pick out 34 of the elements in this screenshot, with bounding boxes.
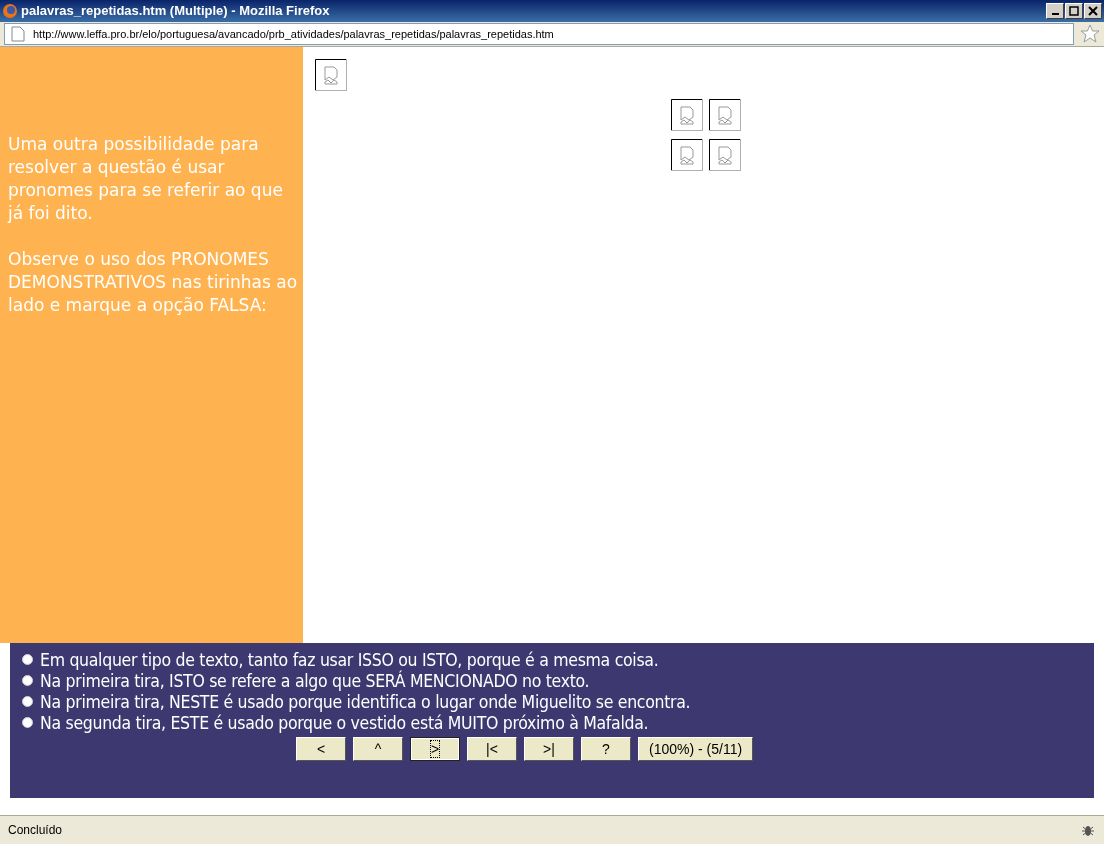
broken-image-icon (315, 58, 347, 91)
window-title: palavras_repetidas.htm (Multiple) - Mozilla Firefox (21, 3, 331, 19)
nav-button[interactable]: ^ (353, 737, 403, 762)
nav-button[interactable]: >| (524, 737, 574, 762)
status-text: Concluído (8, 823, 63, 838)
radio-button[interactable] (22, 654, 33, 666)
broken-image-icon (671, 98, 703, 131)
instruction-text: Observe o uso dos PRONOMES DEMONSTRATIVOS nas tirinhas ao lado e marque a opção FALSA: (8, 247, 299, 317)
instruction-text: Uma outra possibilidade para resolver a questão é usar pronomes para se referir ao que já foi dito. (8, 132, 284, 225)
radio-button[interactable] (22, 675, 33, 687)
nav-button[interactable]: ? (581, 737, 631, 762)
close-icon (1088, 5, 1098, 16)
nav-button[interactable]: (100%) - (5/11) (638, 737, 754, 762)
nav-button[interactable]: > (410, 737, 460, 762)
page-icon (11, 25, 25, 42)
radio-button[interactable] (22, 717, 33, 729)
nav-button[interactable]: |< (467, 737, 517, 762)
answer-option[interactable]: Na primeira tira, ISTO se refere a algo que SERÁ MENCIONADO no texto. (22, 670, 1082, 692)
answer-option[interactable]: Em qualquer tipo de texto, tanto faz usar ISSO ou ISTO, porque é a mesma coisa. (22, 649, 1082, 671)
maximize-icon (1069, 5, 1079, 16)
radio-button[interactable] (22, 696, 33, 708)
close-button[interactable] (1084, 2, 1102, 19)
broken-image-icon (671, 138, 703, 171)
broken-image-icon (709, 98, 741, 131)
broken-image-icon (709, 138, 741, 171)
nav-button[interactable]: < (296, 737, 346, 762)
answer-option[interactable]: Na segunda tira, ESTE é usado porque o vestido está MUITO próximo à Mafalda. (22, 712, 1082, 734)
bookmark-star-icon[interactable] (1080, 23, 1100, 44)
browser-logo-icon (2, 2, 18, 19)
answer-option[interactable]: Na primeira tira, NESTE é usado porque identifica o lugar onde Miguelito se encontra. (22, 691, 1082, 713)
address-field[interactable]: http://www.leffa.pro.br/elo/portuguesa/avancado/prb_atividades/palavras_repetidas/palavras_repetidas.htm (4, 22, 1074, 45)
minimize-button[interactable] (1046, 2, 1064, 19)
maximize-button[interactable] (1065, 2, 1083, 19)
minimize-icon (1051, 13, 1059, 16)
